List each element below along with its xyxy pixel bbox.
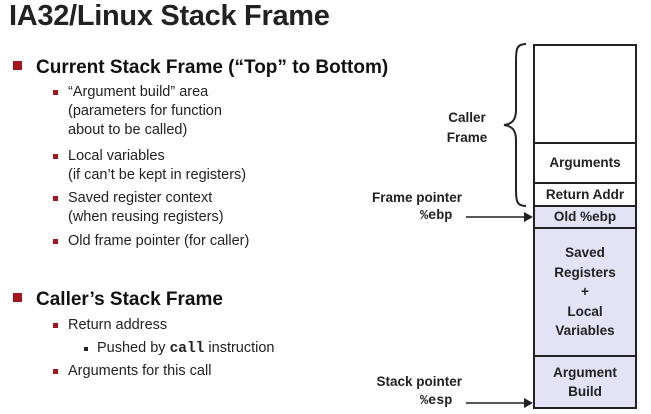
bullet-square-icon: [13, 293, 22, 302]
item-line: “Argument build” area: [68, 84, 209, 100]
cell-label: Registers: [554, 264, 616, 280]
section2-heading-row: Caller’s Stack Frame: [13, 289, 223, 311]
list-item-arguments: Arguments for this call: [53, 362, 212, 381]
bullet-small-icon: [53, 239, 58, 244]
frame-pointer-label: Frame pointer: [371, 190, 462, 205]
bullet-small-icon: [53, 154, 58, 159]
item-line: Return address: [68, 317, 168, 333]
stack-cell-return-addr: Return Addr: [533, 182, 637, 207]
stack-cell-old-ebp: Old %ebp: [533, 205, 637, 229]
cell-label: Build: [568, 384, 602, 399]
section1-heading: Current Stack Frame (“Top” to Bottom): [36, 57, 389, 78]
frame-pointer-register: %ebp: [420, 209, 453, 224]
item-line: (if can’t be kept in registers): [68, 167, 247, 183]
list-item-saved-register: Saved register context (when reusing reg…: [53, 189, 224, 227]
item-line: Local variables: [68, 148, 165, 164]
subitem-prefix: Pushed by: [97, 340, 170, 356]
caller-frame-label-line: Caller: [448, 110, 486, 125]
list-item-argument-build: “Argument build” area (parameters for fu…: [53, 83, 222, 140]
bullet-small-icon: [53, 369, 58, 374]
bullet-tiny-icon: [84, 347, 88, 351]
stack-pointer-arrow-icon: [466, 398, 533, 408]
item-line: Arguments for this call: [68, 363, 212, 379]
item-line: about to be called): [68, 122, 188, 138]
frame-pointer-arrow-icon: [466, 212, 533, 222]
cell-label: Saved: [565, 245, 605, 261]
stack-cell-arguments: Arguments: [533, 142, 637, 184]
list-item-old-frame-pointer: Old frame pointer (for caller): [53, 232, 250, 251]
section1-heading-row: Current Stack Frame (“Top” to Bottom): [13, 57, 388, 79]
bullet-square-icon: [13, 61, 22, 70]
curly-brace-icon: [503, 43, 527, 207]
cell-label: Variables: [555, 323, 615, 339]
cell-label: Old %ebp: [553, 209, 617, 225]
stack-cell-argument-build: Argument Build: [533, 355, 637, 409]
list-subitem-pushed-by-call: Pushed by call instruction: [84, 340, 275, 357]
cell-label: +: [581, 284, 589, 300]
caller-frame-label-line: Frame: [446, 130, 488, 145]
bullet-small-icon: [53, 90, 58, 95]
bullet-small-icon: [53, 323, 58, 328]
list-item-return-address: Return address: [53, 316, 168, 335]
page-title: IA32/Linux Stack Frame: [9, 0, 330, 32]
item-line: Old frame pointer (for caller): [68, 233, 250, 249]
cell-label: Return Addr: [545, 186, 625, 202]
list-item-local-variables: Local variables (if can’t be kept in reg…: [53, 147, 247, 185]
cell-label: Argument: [553, 364, 617, 380]
section2-heading: Caller’s Stack Frame: [36, 289, 223, 310]
cell-label: Local: [567, 303, 603, 319]
caller-frame-label: Caller Frame: [440, 108, 494, 148]
item-line: (parameters for function: [68, 103, 222, 119]
stack-cell-caller-top: [533, 44, 637, 144]
cell-label: Arguments: [549, 155, 621, 171]
stack-pointer-register: %esp: [420, 394, 453, 409]
item-line: Saved register context: [68, 190, 213, 206]
subitem-code: call: [169, 341, 205, 357]
stack-cell-saved-registers: Saved Registers + Local Variables: [533, 227, 637, 357]
item-line: (when reusing registers): [68, 209, 224, 225]
stack-pointer-label: Stack pointer: [376, 374, 462, 389]
subitem-suffix: instruction: [204, 340, 275, 356]
bullet-small-icon: [53, 196, 58, 201]
